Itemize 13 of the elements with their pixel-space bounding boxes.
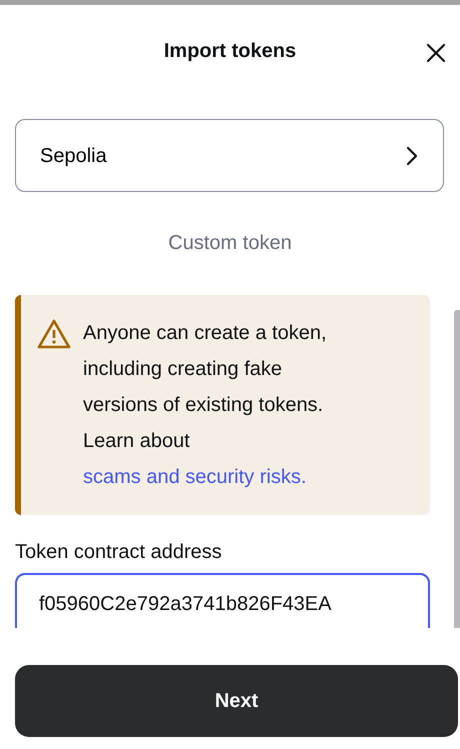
close-icon xyxy=(424,41,448,65)
scrollbar[interactable] xyxy=(454,310,460,628)
chevron-right-icon xyxy=(405,144,419,166)
close-button[interactable] xyxy=(424,41,448,65)
field-label: Token contract address xyxy=(15,540,223,565)
address-field[interactable]: f05960C2e792a3741b826F43EA xyxy=(15,573,430,628)
section-label: Custom token xyxy=(167,231,293,256)
warning-icon xyxy=(37,319,71,349)
network-selector[interactable]: Sepolia xyxy=(15,119,444,192)
next-button[interactable]: Next xyxy=(15,665,458,737)
scam-info-link[interactable]: scams and security risks. xyxy=(83,466,306,488)
warning-text: Anyone can create a token, including creating fake versions of existing tokens. Learn about scams and security risks. xyxy=(83,321,328,490)
dialog-title: Import tokens xyxy=(164,39,296,63)
